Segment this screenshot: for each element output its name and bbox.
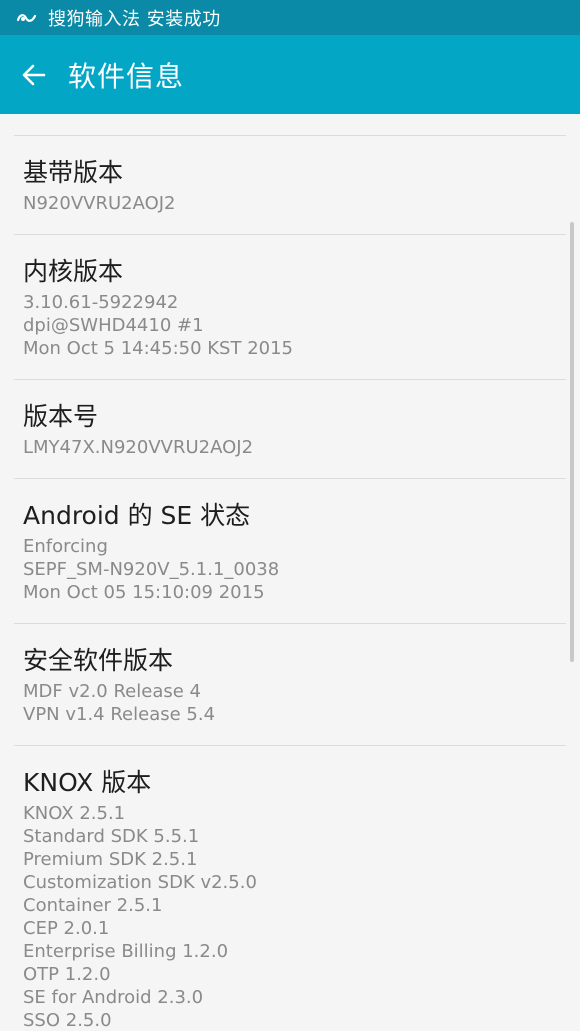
info-item-value: dpi@SWHD4410 #1 bbox=[23, 315, 204, 336]
info-item-label: KNOX 版本 bbox=[23, 768, 152, 797]
info-item[interactable]: KNOX 版本 KNOX 2.5.1 Standard SDK 5.5.1 Premi… bbox=[14, 745, 566, 1031]
info-item-value: VPN v1.4 Release 5.4 bbox=[23, 704, 216, 725]
page-title: 软件信息 bbox=[68, 59, 185, 93]
info-item-label: 内核版本 bbox=[23, 257, 124, 286]
arrow-left-icon bbox=[22, 64, 46, 85]
info-item-value: Customization SDK v2.5.0 bbox=[23, 872, 257, 893]
info-item[interactable]: 内核版本 3.10.61-5922942 dpi@SWHD4410 #1 Mon Oc… bbox=[14, 234, 566, 379]
info-item[interactable]: Android 的 SE 状态 Enforcing SEPF_SM-N920V_5.… bbox=[14, 478, 566, 623]
info-item[interactable]: 基带版本 N920VVRU2AOJ2 bbox=[14, 135, 566, 234]
info-item-value: MDF v2.0 Release 4 bbox=[23, 681, 201, 702]
info-item-value: CEP 2.0.1 bbox=[23, 918, 110, 939]
info-item-label: 安全软件版本 bbox=[23, 646, 174, 675]
info-item-label: Android 的 SE 状态 bbox=[23, 501, 251, 530]
info-item-value: SEPF_SM-N920V_5.1.1_0038 bbox=[23, 559, 280, 580]
info-item-value: SSO 2.5.0 bbox=[23, 1010, 112, 1031]
info-item-label: 版本号 bbox=[23, 402, 99, 431]
info-item-value: OTP 1.2.0 bbox=[23, 964, 111, 985]
app-bar: 软件信息 bbox=[0, 35, 580, 114]
info-item-value: LMY47X.N920VVRU2AOJ2 bbox=[23, 437, 254, 458]
info-item[interactable]: 安全软件版本 MDF v2.0 Release 4 VPN v1.4 Release… bbox=[14, 623, 566, 745]
info-item-value: Premium SDK 2.5.1 bbox=[23, 849, 198, 870]
back-button[interactable] bbox=[14, 55, 54, 95]
status-bar-notification-text: 搜狗输入法 安装成功 bbox=[48, 8, 221, 30]
info-item-value: KNOX 2.5.1 bbox=[23, 803, 126, 824]
info-item-value: Standard SDK 5.5.1 bbox=[23, 826, 200, 847]
info-item[interactable]: 版本号 LMY47X.N920VVRU2AOJ2 bbox=[14, 379, 566, 478]
info-item-value: Enterprise Billing 1.2.0 bbox=[23, 941, 229, 962]
scrollbar[interactable] bbox=[570, 222, 574, 662]
info-item-value: N920VVRU2AOJ2 bbox=[23, 193, 176, 214]
info-item-value: Container 2.5.1 bbox=[23, 895, 163, 916]
software-info-list[interactable]: 基带版本 N920VVRU2AOJ2 内核版本 3.10.61-5922942 dpi@… bbox=[0, 114, 580, 1031]
status-bar: 搜狗输入法 安装成功 bbox=[0, 0, 580, 35]
info-item-value: Mon Oct 5 14:45:50 KST 2015 bbox=[23, 338, 294, 359]
info-item-value: Enforcing bbox=[23, 536, 108, 557]
info-item-value: Mon Oct 05 15:10:09 2015 bbox=[23, 582, 265, 603]
info-item-value: SE for Android 2.3.0 bbox=[23, 987, 204, 1008]
info-item-label: 基带版本 bbox=[23, 158, 124, 187]
sogou-input-icon bbox=[16, 13, 37, 22]
info-item-value: 3.10.61-5922942 bbox=[23, 292, 179, 313]
